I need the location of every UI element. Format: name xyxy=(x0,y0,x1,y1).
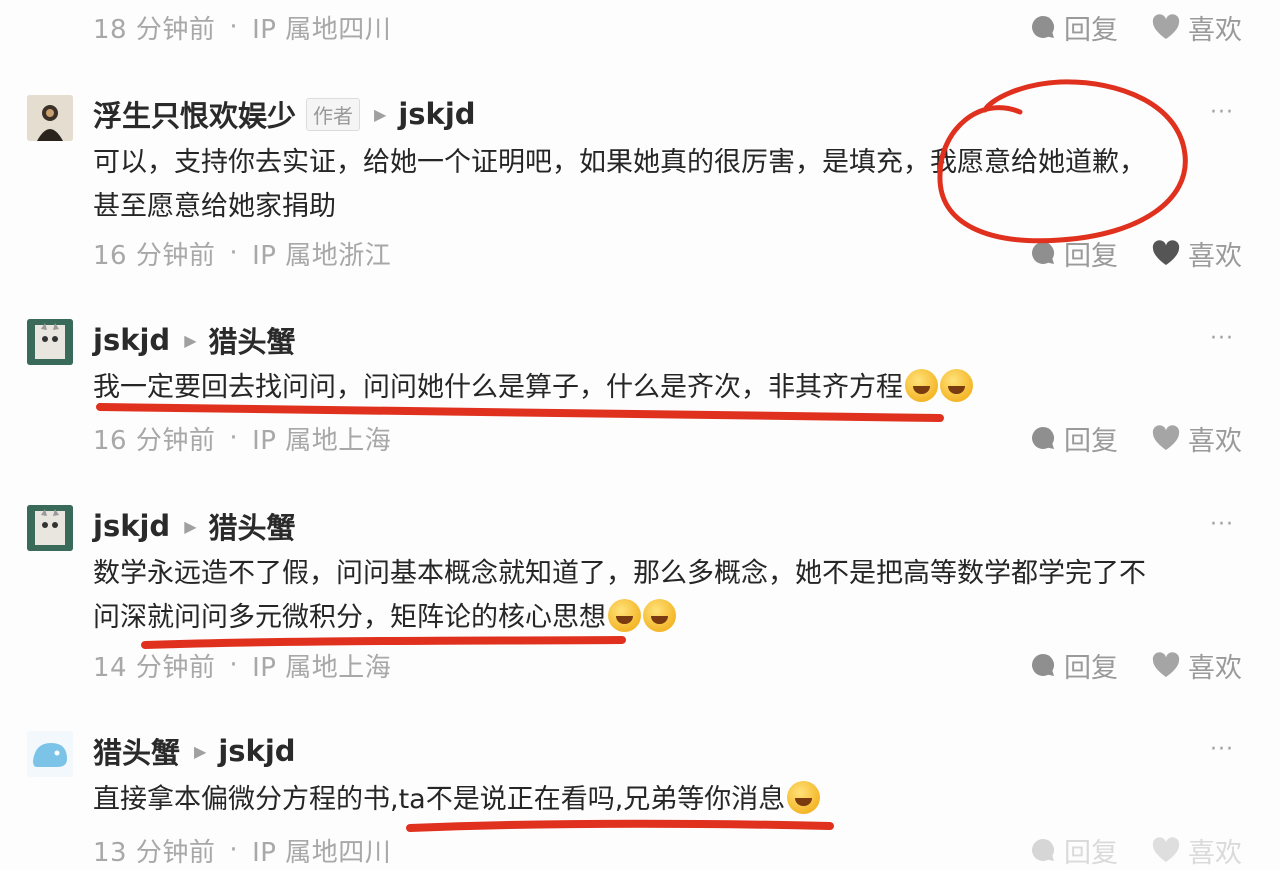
like-button[interactable]: 喜欢 xyxy=(1152,831,1242,870)
reply-arrow-icon: ▶ xyxy=(194,741,207,761)
avatar-image xyxy=(27,319,73,365)
reply-button[interactable]: 回复 xyxy=(1030,8,1118,47)
timestamp: 13 分钟前 xyxy=(93,837,216,868)
comment-bubble-icon xyxy=(1032,16,1054,38)
avatar-image xyxy=(27,505,73,551)
comment-3-header: jskjd ▶ 猎头蟹 xyxy=(93,504,296,548)
reply-target[interactable]: 猎头蟹 xyxy=(209,319,296,361)
comment-4-header: 猎头蟹 ▶ jskjd xyxy=(93,729,296,773)
author-badge: 作者 xyxy=(306,97,361,131)
comment-bubble-icon xyxy=(1032,242,1054,264)
comment-3-meta: 14 分钟前 · IP 属地上海 xyxy=(93,645,391,685)
timestamp: 16 分钟前 xyxy=(93,240,216,271)
like-button[interactable]: 喜欢 xyxy=(1152,419,1242,458)
reply-arrow-icon: ▶ xyxy=(374,104,387,124)
comment-1-header: 浮生只恨欢娱少 作者 ▶ jskjd xyxy=(93,92,476,136)
timestamp: 18 分钟前 xyxy=(93,14,216,45)
avatar[interactable] xyxy=(27,731,73,777)
rofl-emoji-icon xyxy=(608,599,641,632)
like-button[interactable]: 喜欢 xyxy=(1152,8,1242,47)
timestamp: 16 分钟前 xyxy=(93,425,216,456)
avatar[interactable] xyxy=(27,95,73,141)
ip-location: IP 属地四川 xyxy=(252,14,392,45)
avatar-image xyxy=(27,95,73,141)
comment-1-actions: 回复 喜欢 xyxy=(1030,233,1242,273)
comment-1-text: 可以，支持你去实证，给她一个证明吧，如果她真的很厉害，是填充，我愿意给她道歉， … xyxy=(93,147,1146,222)
comment-2-text: 我一定要回去找问问，问问她什么是算子，什么是齐次，非其齐方程 xyxy=(93,366,973,410)
comment-bubble-icon xyxy=(1032,839,1054,861)
reply-button[interactable]: 回复 xyxy=(1030,419,1118,458)
reply-target[interactable]: 猎头蟹 xyxy=(209,505,296,547)
more-options-icon[interactable]: ··· xyxy=(1210,737,1234,762)
heart-icon xyxy=(1152,240,1180,265)
ip-location: IP 属地上海 xyxy=(252,425,392,456)
heart-icon xyxy=(1152,652,1180,677)
comment-0-meta: 18 分钟前 · IP 属地四川 xyxy=(93,7,391,47)
avatar-image xyxy=(27,731,73,777)
avatar[interactable] xyxy=(27,319,73,365)
like-button[interactable]: 喜欢 xyxy=(1152,234,1242,273)
username[interactable]: jskjd xyxy=(93,323,170,357)
avatar[interactable] xyxy=(27,505,73,551)
ip-location: IP 属地上海 xyxy=(252,652,392,683)
heart-icon xyxy=(1152,837,1180,862)
reply-target[interactable]: jskjd xyxy=(398,97,475,131)
annotation-underline xyxy=(406,819,834,832)
more-options-icon[interactable]: ··· xyxy=(1210,100,1234,125)
heart-icon xyxy=(1152,14,1180,39)
reply-button[interactable]: 回复 xyxy=(1030,831,1118,870)
comment-bubble-icon xyxy=(1032,427,1054,449)
timestamp: 14 分钟前 xyxy=(93,652,216,683)
comment-bubble-icon xyxy=(1032,654,1054,676)
rofl-emoji-icon xyxy=(643,599,676,632)
comment-4-text: 直接拿本偏微分方程的书,ta不是说正在看吗,兄弟等你消息 xyxy=(93,778,821,822)
ip-location: IP 属地四川 xyxy=(252,837,392,868)
comment-2-actions: 回复 喜欢 xyxy=(1030,418,1242,458)
reply-arrow-icon: ▶ xyxy=(184,330,197,350)
more-options-icon[interactable]: ··· xyxy=(1210,326,1234,351)
username[interactable]: jskjd xyxy=(93,509,170,543)
comment-2-meta: 16 分钟前 · IP 属地上海 xyxy=(93,418,391,458)
username[interactable]: 猎头蟹 xyxy=(93,730,180,772)
reply-button[interactable]: 回复 xyxy=(1030,646,1118,685)
reply-target[interactable]: jskjd xyxy=(218,734,295,768)
comment-4-actions: 回复 喜欢 xyxy=(1030,830,1242,870)
like-button[interactable]: 喜欢 xyxy=(1152,646,1242,685)
username[interactable]: 浮生只恨欢娱少 xyxy=(93,93,296,135)
ip-location: IP 属地浙江 xyxy=(252,240,392,271)
more-options-icon[interactable]: ··· xyxy=(1210,512,1234,537)
comment-1-meta: 16 分钟前 · IP 属地浙江 xyxy=(93,233,391,273)
comment-2-header: jskjd ▶ 猎头蟹 xyxy=(93,318,296,362)
reply-button[interactable]: 回复 xyxy=(1030,234,1118,273)
comment-0-actions: 回复 喜欢 xyxy=(1030,7,1242,47)
grinning-emoji-icon xyxy=(787,781,821,814)
comment-3-actions: 回复 喜欢 xyxy=(1030,645,1242,685)
comment-4-meta: 13 分钟前 · IP 属地四川 xyxy=(93,830,391,870)
comment-3-text: 数学永远造不了假，问问基本概念就知道了，那么多概念，她不是把高等数学都学完了不 … xyxy=(93,558,1146,633)
heart-icon xyxy=(1152,425,1180,450)
laughing-emoji-icon xyxy=(905,369,938,402)
laughing-emoji-icon xyxy=(940,369,973,402)
reply-arrow-icon: ▶ xyxy=(184,516,197,536)
